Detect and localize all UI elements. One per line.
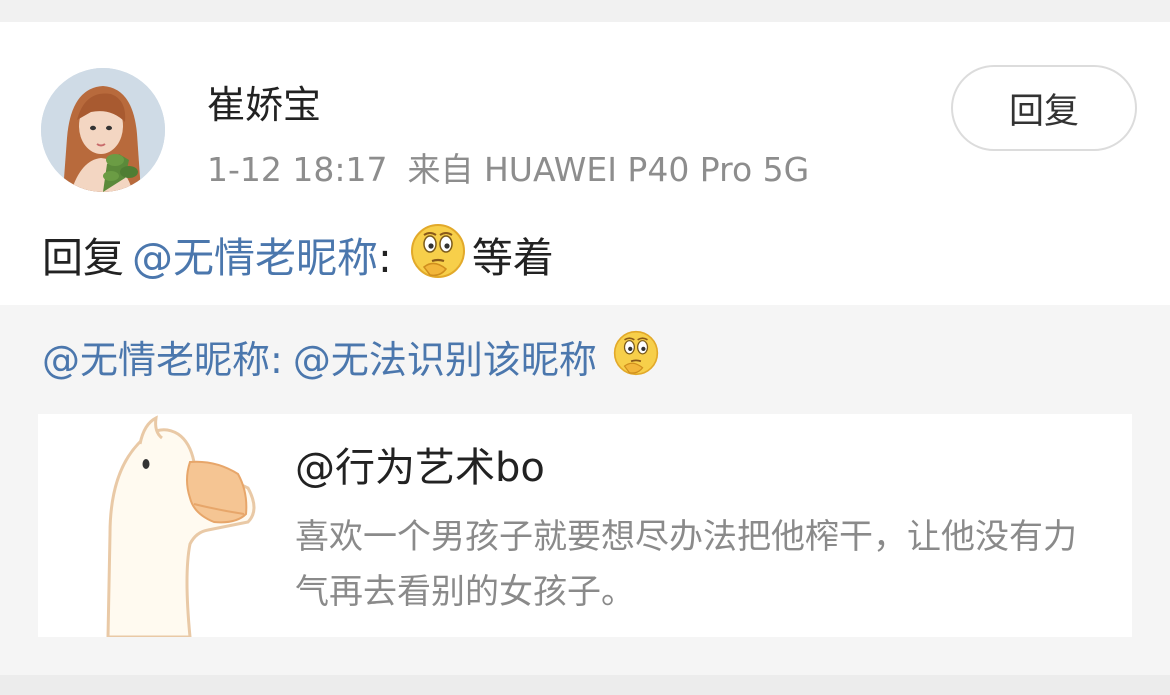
reply-text: 等着	[471, 234, 554, 282]
share-card[interactable]: @行为艺术bo 喜欢一个男孩子就要想尽办法把他榨干，让他没有力气再去看别的女孩子…	[38, 414, 1132, 637]
reply-content: 回复 @无情老昵称 : 等着	[42, 224, 554, 286]
avatar-illustration	[41, 68, 165, 192]
top-strip	[0, 0, 1170, 22]
thinking-face-icon	[613, 330, 659, 390]
avatar[interactable]	[41, 68, 165, 192]
thinking-face-icon	[410, 223, 466, 293]
quoted-post[interactable]: @无情老昵称 : @无法识别该昵称 @行为艺术bo 喜欢一个男孩子就要想尽办法把…	[0, 305, 1170, 675]
quoted-mention2-link[interactable]: @无法识别该昵称	[293, 333, 597, 387]
post-source: 来自 HUAWEI P40 Pro 5G	[407, 150, 810, 189]
quoted-mention-link[interactable]: @无情老昵称	[42, 333, 270, 387]
reply-button[interactable]: 回复	[951, 65, 1137, 151]
reply-colon: :	[378, 234, 392, 282]
quoted-text: @无情老昵称 : @无法识别该昵称	[42, 330, 659, 390]
reply-prefix: 回复	[42, 234, 124, 282]
comment-card: 崔娇宝 1-12 18:17 来自 HUAWEI P40 Pro 5G 回复 回复…	[0, 22, 1170, 305]
username[interactable]: 崔娇宝	[207, 82, 321, 128]
reply-mention-link[interactable]: @无情老昵称	[132, 230, 378, 286]
bottom-strip	[0, 675, 1170, 695]
share-card-description: 喜欢一个男孩子就要想尽办法把他榨干，让他没有力气再去看别的女孩子。	[295, 517, 1077, 612]
post-time: 1-12 18:17	[207, 150, 388, 189]
share-card-title[interactable]: @行为艺术bo	[295, 444, 545, 492]
goose-illustration	[98, 414, 298, 637]
post-meta: 1-12 18:17 来自 HUAWEI P40 Pro 5G	[207, 150, 809, 190]
quoted-colon: :	[270, 338, 283, 382]
